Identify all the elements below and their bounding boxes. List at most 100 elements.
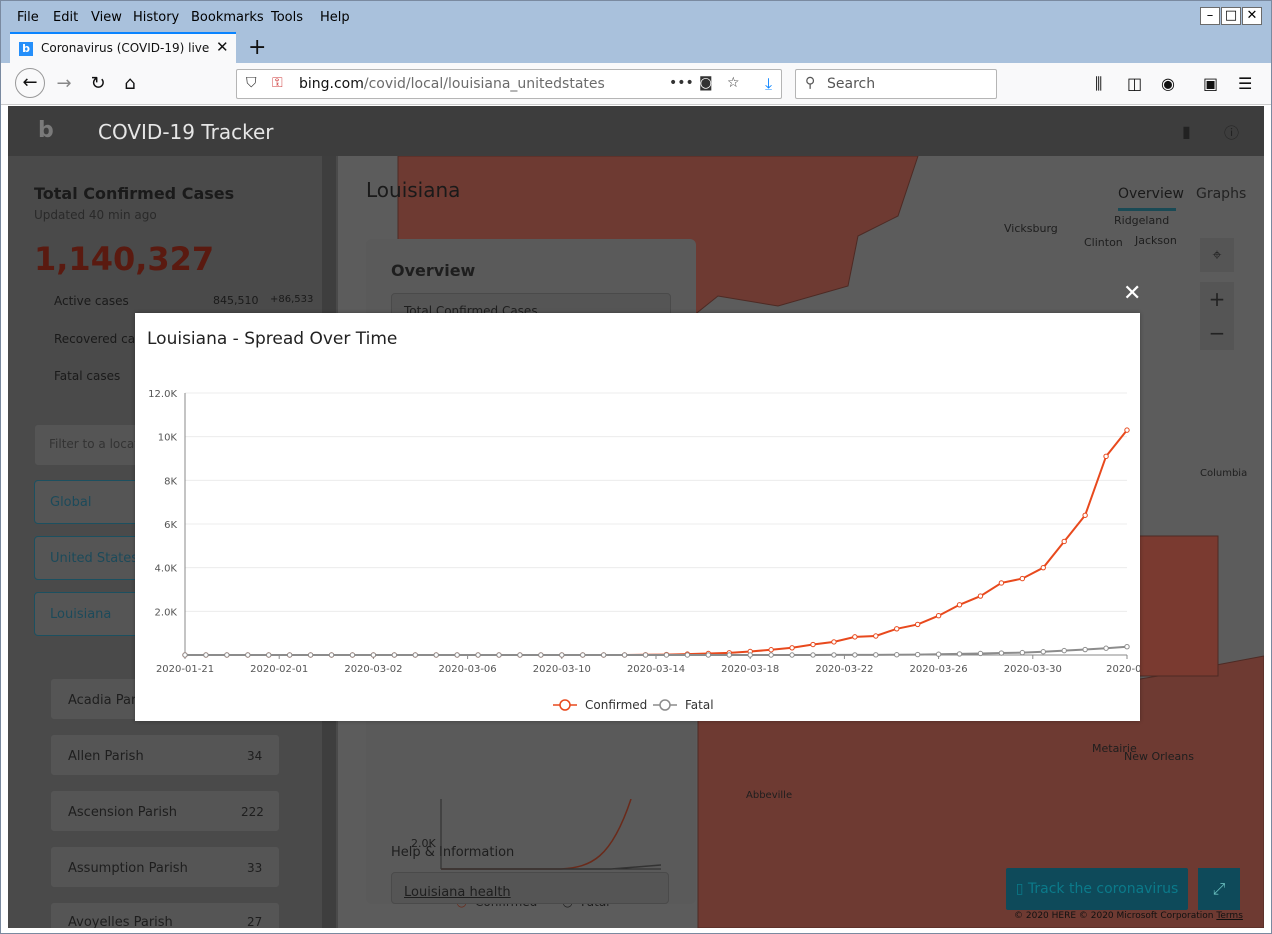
menu-edit[interactable]: Edit: [53, 10, 78, 25]
x-tick-label: 2020-03-18: [721, 664, 779, 675]
data-point: [789, 652, 795, 658]
data-point: [831, 639, 837, 645]
search-input[interactable]: ⚲ Search: [795, 69, 997, 99]
app-title: COVID-19 Tracker: [98, 120, 274, 144]
terms-link[interactable]: Terms: [1216, 911, 1243, 921]
active-label: Active cases: [54, 294, 129, 308]
data-point: [642, 652, 649, 658]
home-icon[interactable]: ⌂: [117, 71, 143, 97]
data-point: [935, 613, 942, 619]
x-tick-label: 2020-01-21: [156, 664, 214, 675]
parish-row[interactable]: Allen Parish 34: [50, 734, 280, 776]
data-point: [1019, 649, 1026, 656]
data-point: [349, 652, 356, 658]
x-tick-label: 2020-04: [1106, 664, 1140, 675]
data-point: [1061, 647, 1067, 654]
data-point: [1124, 427, 1130, 433]
extensions-icon[interactable]: ▣: [1203, 74, 1218, 93]
data-point: [182, 652, 188, 658]
hamburger-menu-icon[interactable]: ☰: [1238, 74, 1252, 93]
page-actions-icon[interactable]: •••: [669, 75, 694, 91]
data-point: [789, 645, 795, 651]
url-bar[interactable]: ⛉ ⚿ bing.com/covid/local/louisiana_unite…: [236, 69, 782, 99]
x-tick-label: 2020-03-10: [533, 664, 591, 675]
y-tick-label: 8K: [164, 476, 177, 487]
back-icon[interactable]: ←: [15, 68, 45, 98]
data-point: [1082, 512, 1088, 518]
map-label: Metairie: [1092, 742, 1137, 755]
tab-graphs[interactable]: Graphs: [1196, 186, 1246, 202]
data-point: [496, 652, 502, 658]
track-button-label: Track the coronavirus: [1027, 881, 1179, 897]
tab-overview-underline: [1118, 208, 1176, 211]
browser-tab[interactable]: b Coronavirus (COVID-19) live map ✕: [10, 32, 236, 63]
minimize-icon[interactable]: –: [1200, 7, 1220, 25]
data-point: [600, 652, 607, 658]
data-point: [894, 652, 900, 658]
parish-name: Allen Parish: [68, 749, 144, 764]
data-point: [914, 621, 921, 628]
parish-row[interactable]: Avoyelles Parish 27: [50, 902, 280, 928]
locate-icon[interactable]: ⌖: [1200, 238, 1234, 272]
parish-row[interactable]: Ascension Parish 222: [50, 790, 280, 832]
download-icon[interactable]: ⤓: [765, 74, 772, 94]
url-text[interactable]: bing.com/covid/local/louisiana_unitedsta…: [299, 76, 605, 92]
data-point: [768, 652, 774, 658]
track-coronavirus-button[interactable]: ▯ Track the coronavirus: [1006, 868, 1188, 910]
active-value: 845,510: [213, 294, 259, 307]
share-icon[interactable]: ⤢: [1198, 868, 1240, 910]
data-point: [977, 593, 984, 599]
feedback-icon[interactable]: ▮: [1182, 122, 1191, 141]
zoom-out-icon[interactable]: −: [1200, 316, 1234, 350]
tab-close-icon[interactable]: ✕: [216, 38, 229, 56]
parish-value: 27: [247, 915, 263, 928]
data-point: [935, 651, 942, 657]
info-icon[interactable]: ⓘ: [1224, 122, 1239, 143]
chart-modal: Louisiana - Spread Over Time 2.0K 4.0K 6K 8…: [135, 313, 1140, 721]
parish-name: Ascension Parish: [68, 805, 177, 820]
parish-name: Assumption Parish: [68, 861, 188, 876]
louisiana-health-link[interactable]: Louisiana health: [404, 885, 511, 900]
data-point: [391, 652, 398, 658]
data-point: [810, 652, 816, 658]
data-point: [266, 652, 272, 658]
phone-icon: ▯: [1015, 881, 1028, 897]
menu-help[interactable]: Help: [320, 10, 350, 25]
menu-history[interactable]: History: [133, 10, 179, 25]
pocket-icon[interactable]: ◙: [699, 75, 713, 91]
url-host: bing.com: [299, 76, 364, 92]
library-icon[interactable]: ⫼: [1095, 74, 1102, 94]
data-point: [1040, 649, 1046, 655]
forward-icon[interactable]: →: [51, 71, 77, 97]
copyright-text: © 2020 HERE © 2020 Microsoft Corporation…: [1014, 911, 1243, 921]
shield-icon[interactable]: ⛉: [246, 75, 257, 91]
tab-overview[interactable]: Overview: [1118, 186, 1184, 202]
zoom-in-icon[interactable]: +: [1200, 282, 1234, 316]
data-point: [956, 651, 963, 657]
search-placeholder: Search: [827, 76, 876, 92]
menu-file[interactable]: File: [17, 10, 39, 25]
menu-view[interactable]: View: [91, 10, 122, 25]
copyright-label: © 2020 HERE © 2020 Microsoft Corporation: [1014, 911, 1214, 921]
map-label: Clinton: [1084, 236, 1123, 249]
map-label: Jackson: [1135, 234, 1177, 247]
data-point: [538, 652, 544, 658]
insecure-lock-icon[interactable]: ⚿: [272, 75, 283, 91]
maximize-icon[interactable]: □: [1221, 7, 1241, 25]
parish-row[interactable]: Assumption Parish 33: [50, 846, 280, 888]
menu-tools[interactable]: Tools: [271, 10, 303, 25]
data-point: [894, 626, 900, 632]
sidebar-toggle-icon[interactable]: ◫: [1127, 74, 1142, 93]
bing-logo-icon[interactable]: b: [38, 118, 54, 143]
menu-bookmarks[interactable]: Bookmarks: [191, 10, 264, 25]
data-point: [412, 652, 418, 658]
data-point: [998, 650, 1005, 656]
account-icon[interactable]: ◉: [1161, 74, 1175, 93]
reload-icon[interactable]: ↻: [85, 71, 111, 97]
data-point: [914, 651, 921, 658]
modal-close-icon[interactable]: ✕: [1123, 281, 1141, 306]
close-window-icon[interactable]: ✕: [1242, 7, 1262, 25]
zoom-controls: + −: [1200, 282, 1234, 350]
new-tab-icon[interactable]: +: [248, 35, 266, 60]
bookmark-star-icon[interactable]: ☆: [727, 75, 740, 91]
